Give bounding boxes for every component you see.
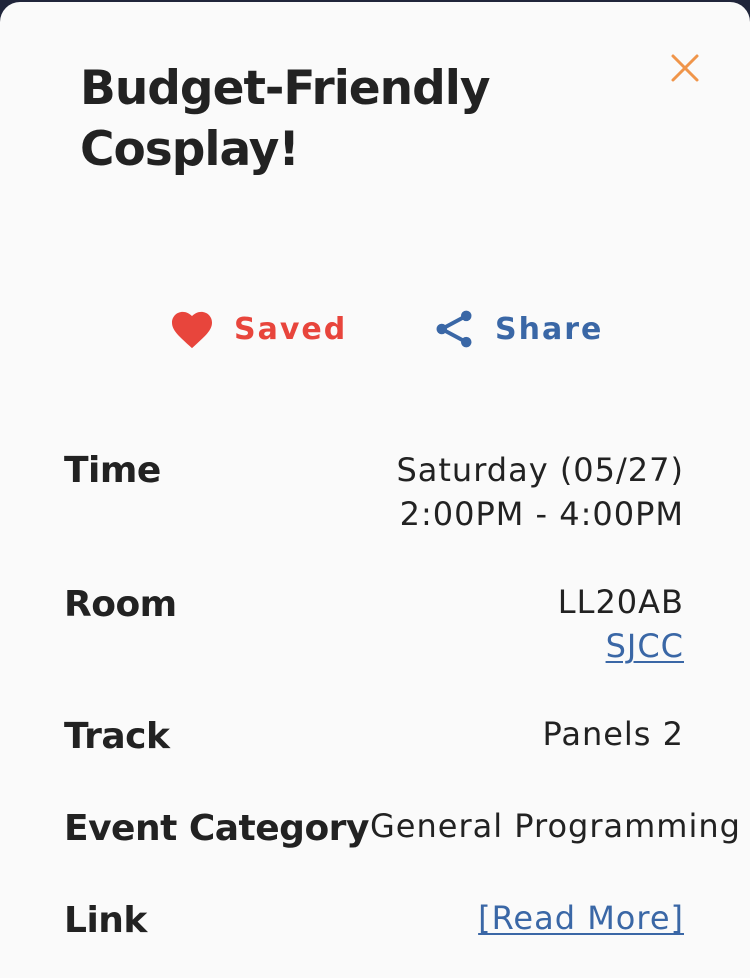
category-label: Event Category <box>64 808 369 849</box>
event-title: Budget-Friendly Cosplay! <box>80 61 491 177</box>
share-button[interactable]: Share <box>433 302 603 356</box>
event-detail-sheet: Budget-Friendly Cosplay! Saved Share Tim… <box>0 2 750 978</box>
close-icon <box>671 54 699 82</box>
room-venue-link[interactable]: SJCC <box>606 627 684 665</box>
saved-label: Saved <box>234 311 348 347</box>
category-value: General Programming <box>370 807 741 845</box>
time-label: Time <box>64 450 161 491</box>
link-label: Link <box>64 900 147 941</box>
saved-button[interactable]: Saved <box>170 302 347 356</box>
link-value-wrap: [Read More] <box>478 896 684 940</box>
heart-icon <box>170 309 214 349</box>
time-range: 2:00PM - 4:00PM <box>399 495 684 533</box>
time-day: Saturday (05/27) <box>396 451 684 489</box>
read-more-link[interactable]: [Read More] <box>478 899 684 937</box>
room-name: LL20AB <box>557 583 684 621</box>
track-value: Panels 2 <box>542 715 684 753</box>
share-icon <box>433 308 475 350</box>
action-bar: Saved Share <box>0 302 750 356</box>
close-button[interactable] <box>665 48 705 88</box>
room-value: LL20AB SJCC <box>558 580 684 668</box>
share-label: Share <box>495 311 604 347</box>
track-label: Track <box>64 716 170 757</box>
time-value: Saturday (05/27) 2:00PM - 4:00PM <box>396 448 684 536</box>
room-label: Room <box>64 584 177 625</box>
